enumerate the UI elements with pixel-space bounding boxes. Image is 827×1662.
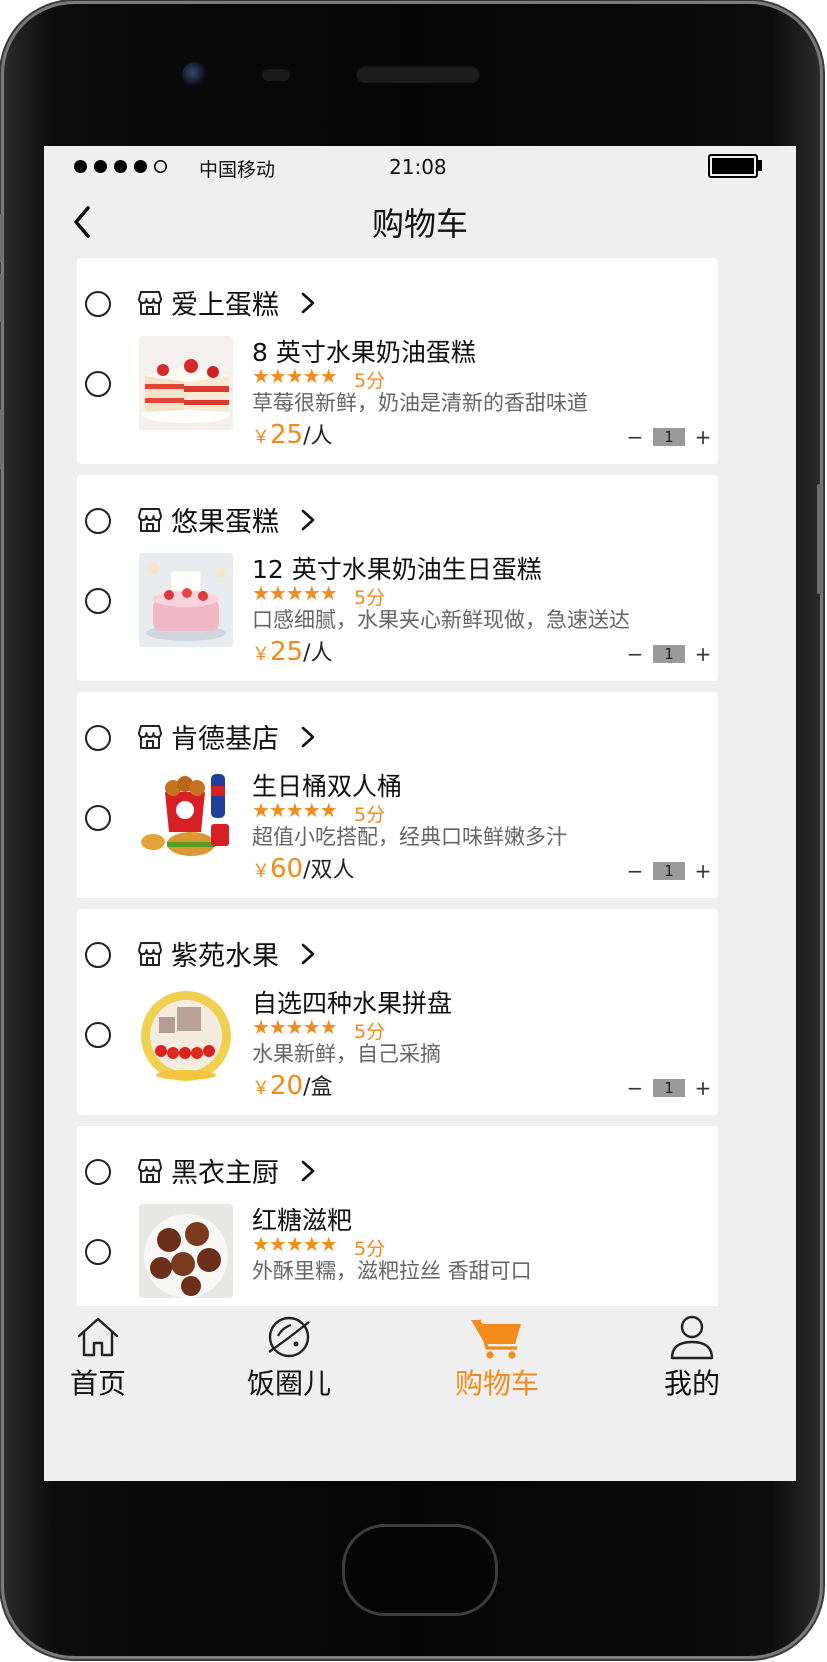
product-price: ￥60/双人 bbox=[252, 854, 355, 884]
cart-icon bbox=[471, 1319, 521, 1359]
store-select-radio[interactable] bbox=[85, 508, 111, 534]
product-price: ￥25/人 bbox=[252, 637, 333, 667]
store-icon bbox=[138, 508, 162, 532]
rating-stars: ★★★★★ bbox=[252, 1232, 338, 1256]
tab-label: 首页 bbox=[69, 1367, 126, 1400]
store-select-radio[interactable] bbox=[85, 942, 111, 968]
decrease-button[interactable]: − bbox=[625, 859, 645, 883]
status-bar: 中国移动 21:08 bbox=[44, 146, 796, 186]
store-name[interactable]: 悠果蛋糕 bbox=[171, 500, 279, 539]
decrease-button[interactable]: − bbox=[625, 1076, 645, 1100]
chevron-right-icon[interactable] bbox=[300, 1160, 316, 1182]
cart-store-card: 肯德基店 生日桶双人桶 ★★★★★ 5分 超值小吃搭配，经典口味鲜嫩多汁 ￥60… bbox=[77, 692, 718, 898]
phone-frame: 中国移动 21:08 购物车 爱上蛋糕 8 英寸水果奶油蛋糕 ★★★★★ 5分 … bbox=[0, 4, 822, 1656]
clock: 21:08 bbox=[389, 155, 447, 179]
item-select-radio[interactable] bbox=[85, 371, 111, 397]
increase-button[interactable]: + bbox=[693, 425, 713, 449]
tab-label: 饭圈儿 bbox=[246, 1367, 331, 1400]
store-name[interactable]: 肯德基店 bbox=[171, 717, 279, 756]
decrease-button[interactable]: − bbox=[625, 425, 645, 449]
signal-icon bbox=[74, 160, 167, 173]
increase-button[interactable]: + bbox=[693, 859, 713, 883]
battery-icon bbox=[708, 154, 758, 178]
item-select-radio[interactable] bbox=[85, 588, 111, 614]
product-image[interactable] bbox=[139, 1204, 233, 1298]
store-select-radio[interactable] bbox=[85, 1159, 111, 1185]
proximity-sensor bbox=[262, 69, 290, 81]
quantity-value[interactable]: 1 bbox=[653, 428, 685, 446]
nav-bar: 购物车 bbox=[44, 186, 796, 266]
quantity-stepper: − 1 + bbox=[625, 425, 713, 449]
earpiece-speaker bbox=[356, 65, 480, 83]
chevron-right-icon[interactable] bbox=[300, 509, 316, 531]
quantity-value[interactable]: 1 bbox=[653, 1079, 685, 1097]
tab-me[interactable]: 我的 bbox=[622, 1306, 762, 1400]
product-description: 外酥里糯，滋粑拉丝 香甜可口 bbox=[252, 1259, 532, 1283]
product-description: 口感细腻，水果夹心新鲜现做，急速送达 bbox=[252, 608, 630, 632]
rating-stars: ★★★★★ bbox=[252, 798, 338, 822]
tab-home[interactable]: 首页 bbox=[44, 1306, 168, 1400]
product-description: 水果新鲜，自己采摘 bbox=[252, 1042, 441, 1066]
store-name[interactable]: 紫苑水果 bbox=[171, 934, 279, 973]
increase-button[interactable]: + bbox=[693, 1076, 713, 1100]
store-icon bbox=[138, 291, 162, 315]
volume-up-button bbox=[0, 214, 3, 262]
product-price: ￥20/盒 bbox=[252, 1071, 333, 1101]
quantity-value[interactable]: 1 bbox=[653, 862, 685, 880]
tab-cart[interactable]: 购物车 bbox=[427, 1306, 567, 1400]
user-icon bbox=[670, 1315, 714, 1360]
store-name[interactable]: 黑衣主厨 bbox=[171, 1151, 279, 1190]
home-icon bbox=[77, 1317, 119, 1357]
rating-stars: ★★★★★ bbox=[252, 581, 338, 605]
quantity-stepper: − 1 + bbox=[625, 642, 713, 666]
alert-slider bbox=[0, 409, 3, 469]
battery-tip bbox=[758, 160, 762, 171]
cart-store-card: 爱上蛋糕 8 英寸水果奶油蛋糕 ★★★★★ 5分 草莓很新鲜，奶油是清新的香甜味… bbox=[77, 258, 718, 464]
quantity-value[interactable]: 1 bbox=[653, 645, 685, 663]
store-select-radio[interactable] bbox=[85, 291, 111, 317]
product-image[interactable] bbox=[139, 336, 233, 430]
store-select-radio[interactable] bbox=[85, 725, 111, 751]
cart-store-card: 黑衣主厨 红糖滋粑 ★★★★★ 5分 外酥里糯，滋粑拉丝 香甜可口 bbox=[77, 1126, 718, 1332]
rating-stars: ★★★★★ bbox=[252, 1015, 338, 1039]
chevron-right-icon[interactable] bbox=[300, 292, 316, 314]
item-select-radio[interactable] bbox=[85, 805, 111, 831]
page-title: 购物车 bbox=[371, 205, 468, 243]
tab-bar: 首页 饭圈儿 购物车 我的 bbox=[44, 1306, 796, 1400]
store-icon bbox=[138, 942, 162, 966]
chevron-right-icon[interactable] bbox=[300, 943, 316, 965]
decrease-button[interactable]: − bbox=[625, 642, 645, 666]
cart-store-card: 紫苑水果 自选四种水果拼盘 ★★★★★ 5分 水果新鲜，自己采摘 ￥20/盒 −… bbox=[77, 909, 718, 1115]
tab-circle[interactable]: 饭圈儿 bbox=[219, 1306, 359, 1400]
front-camera bbox=[182, 62, 208, 88]
product-image[interactable] bbox=[139, 553, 233, 647]
rating-stars: ★★★★★ bbox=[252, 364, 338, 388]
quantity-stepper: − 1 + bbox=[625, 859, 713, 883]
product-image[interactable] bbox=[139, 770, 233, 864]
increase-button[interactable]: + bbox=[693, 642, 713, 666]
volume-down-button bbox=[0, 274, 3, 322]
power-button bbox=[817, 484, 822, 594]
product-price: ￥25/人 bbox=[252, 420, 333, 450]
screen: 中国移动 21:08 购物车 爱上蛋糕 8 英寸水果奶油蛋糕 ★★★★★ 5分 … bbox=[44, 146, 796, 1481]
item-select-radio[interactable] bbox=[85, 1239, 111, 1265]
cart-list: 爱上蛋糕 8 英寸水果奶油蛋糕 ★★★★★ 5分 草莓很新鲜，奶油是清新的香甜味… bbox=[44, 258, 796, 1332]
store-name[interactable]: 爱上蛋糕 bbox=[171, 283, 279, 322]
home-button[interactable] bbox=[342, 1524, 498, 1616]
tab-label: 购物车 bbox=[454, 1367, 539, 1400]
quantity-stepper: − 1 + bbox=[625, 1076, 713, 1100]
carrier-label: 中国移动 bbox=[199, 159, 276, 181]
store-icon bbox=[138, 1159, 162, 1183]
product-description: 草莓很新鲜，奶油是清新的香甜味道 bbox=[252, 391, 588, 415]
store-icon bbox=[138, 725, 162, 749]
tab-label: 我的 bbox=[663, 1367, 720, 1400]
cart-store-card: 悠果蛋糕 12 英寸水果奶油生日蛋糕 ★★★★★ 5分 口感细腻，水果夹心新鲜现… bbox=[77, 475, 718, 681]
chevron-right-icon[interactable] bbox=[300, 726, 316, 748]
product-description: 超值小吃搭配，经典口味鲜嫩多汁 bbox=[252, 825, 567, 849]
product-image[interactable] bbox=[139, 987, 233, 1081]
planet-icon bbox=[268, 1316, 310, 1358]
item-select-radio[interactable] bbox=[85, 1022, 111, 1048]
